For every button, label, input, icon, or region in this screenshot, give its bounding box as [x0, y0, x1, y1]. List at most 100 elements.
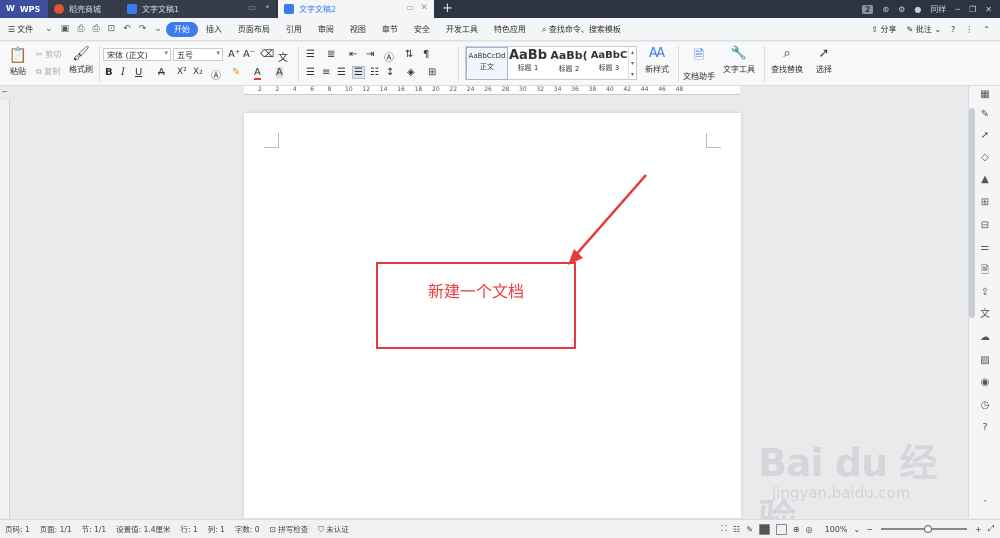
fit-page-icon[interactable]: ⤢: [988, 524, 994, 534]
scroll-up-icon[interactable]: ⌃: [978, 496, 992, 510]
status-section[interactable]: 节: 1/1: [77, 524, 111, 535]
tab-pin-icon[interactable]: ▭: [248, 3, 256, 12]
hamburger-icon[interactable]: ☰: [0, 25, 17, 34]
page-view-icon[interactable]: [758, 523, 770, 535]
justify-icon[interactable]: ☰: [352, 66, 365, 79]
reading-view-icon[interactable]: [775, 523, 787, 535]
italic-icon[interactable]: I: [121, 67, 125, 78]
strikethrough-icon[interactable]: A: [158, 67, 165, 78]
menu-tab-references[interactable]: 引用: [278, 24, 310, 35]
format-painter-button[interactable]: 🖌 格式刷: [68, 46, 94, 75]
menu-tab-features[interactable]: 特色应用: [486, 24, 534, 35]
highlight-icon[interactable]: ✎: [232, 67, 240, 78]
close-window-icon[interactable]: ✕: [985, 5, 992, 14]
decrease-indent-icon[interactable]: ⇤: [349, 49, 357, 60]
sidebar-toggle-icon[interactable]: ▦: [978, 88, 992, 102]
align-right-icon[interactable]: ☰: [337, 67, 346, 78]
show-marks-icon[interactable]: ¶: [423, 49, 429, 60]
align-left-icon[interactable]: ☰: [306, 67, 315, 78]
history-icon[interactable]: ◷: [978, 399, 992, 413]
tab-wps-home[interactable]: W WPS: [0, 0, 48, 18]
scrollbar-thumb[interactable]: [969, 108, 975, 318]
undo-icon[interactable]: ↶: [119, 24, 135, 34]
cloud-icon[interactable]: ☁: [978, 331, 992, 345]
certification-status[interactable]: ⛉ 未认证: [313, 524, 354, 535]
document-icon[interactable]: 🗎: [978, 264, 992, 278]
menu-tab-developer[interactable]: 开发工具: [438, 24, 486, 35]
grid-icon[interactable]: ⊟: [978, 219, 992, 233]
zoom-out-icon[interactable]: −: [866, 525, 873, 534]
style-fill-icon[interactable]: ▲: [978, 173, 992, 187]
menu-tab-chapter[interactable]: 章节: [374, 24, 406, 35]
spell-check-toggle[interactable]: ⊡ 拼写检查: [265, 524, 314, 535]
cut-button[interactable]: ✂ 剪切: [36, 49, 61, 60]
zoom-slider-knob[interactable]: [923, 525, 932, 533]
text-tools-button[interactable]: 🔧 文字工具: [720, 46, 758, 75]
image-icon[interactable]: ▨: [978, 354, 992, 368]
adjust-icon[interactable]: ⚌: [978, 241, 992, 255]
backup-icon[interactable]: ◉: [978, 376, 992, 390]
tab-dot-icon[interactable]: •: [265, 3, 270, 13]
text-effect-icon[interactable]: Ⓐ: [211, 67, 221, 82]
zoom-value[interactable]: 100%: [825, 525, 848, 534]
export-pdf-icon[interactable]: ⎙: [73, 24, 88, 34]
document-page[interactable]: 新建一个文档: [244, 113, 741, 518]
doc-assistant-button[interactable]: 🗎 文档助手: [682, 46, 716, 82]
zoom-in-icon[interactable]: +: [975, 525, 982, 534]
numbering-icon[interactable]: ≣: [327, 49, 335, 60]
zoom-slider[interactable]: [880, 525, 967, 533]
copy-button[interactable]: ⧉ 复制: [36, 66, 60, 77]
pen-mode-icon[interactable]: ✎: [746, 525, 753, 534]
maximize-icon[interactable]: ❐: [969, 5, 976, 14]
command-search[interactable]: ⌕ 查找命令、搜索模板: [534, 24, 629, 35]
select-button[interactable]: ➚ 选择: [810, 46, 838, 75]
shapes-icon[interactable]: ◇: [978, 151, 992, 165]
superscript-icon[interactable]: X²: [177, 67, 187, 77]
paste-button[interactable]: 📋 粘贴: [6, 46, 30, 77]
new-style-button[interactable]: Ꜳ 新样式: [640, 46, 674, 75]
increase-indent-icon[interactable]: ⇥: [366, 49, 374, 60]
more-icon[interactable]: ⋮: [965, 25, 973, 34]
settings-icon[interactable]: ⚙: [898, 5, 905, 14]
bold-icon[interactable]: B: [105, 67, 113, 78]
customize-icon[interactable]: ⌄: [150, 24, 166, 34]
font-color-icon[interactable]: A: [254, 67, 261, 80]
tab-pin-icon[interactable]: ▭: [406, 3, 414, 12]
bullets-icon[interactable]: ☰: [306, 49, 315, 60]
file-menu[interactable]: 文件: [17, 24, 41, 35]
user-name[interactable]: 同样: [930, 4, 946, 15]
phonetic-guide-icon[interactable]: 文: [278, 49, 288, 64]
subscript-icon[interactable]: X₂: [193, 67, 203, 77]
print-icon[interactable]: ⎙: [88, 24, 103, 34]
vertical-scrollbar[interactable]: [968, 108, 977, 348]
web-view-icon[interactable]: ⊕: [793, 525, 800, 534]
menu-tab-page-layout[interactable]: 页面布局: [230, 24, 278, 35]
style-heading-3[interactable]: AaBbC 标题 3: [590, 47, 628, 80]
styles-scroll-icon[interactable]: ▴ ▾ ▾: [628, 47, 636, 80]
status-setting[interactable]: 设置值: 1.4厘米: [111, 524, 175, 535]
menu-tab-home[interactable]: 开始: [165, 21, 198, 37]
align-center-icon[interactable]: ≡: [322, 67, 330, 78]
menu-tab-security[interactable]: 安全: [406, 24, 438, 35]
collapse-ribbon-icon[interactable]: ⌃: [983, 25, 990, 34]
distribute-icon[interactable]: ☷: [370, 67, 379, 78]
line-spacing-icon[interactable]: ↕: [386, 67, 394, 78]
shading-icon[interactable]: ◈: [407, 67, 415, 78]
help-icon[interactable]: ?: [951, 25, 955, 34]
share-button[interactable]: ⇪ 分享: [871, 24, 896, 35]
status-row[interactable]: 行: 1: [176, 524, 203, 535]
borders-icon[interactable]: ⊞: [428, 67, 436, 78]
outline-view-icon[interactable]: ☷: [733, 525, 740, 534]
document-text[interactable]: 新建一个文档: [378, 278, 574, 302]
tab-document-1[interactable]: 文字文稿1 ▭ •: [121, 0, 276, 18]
help-circle-icon[interactable]: ?: [978, 421, 992, 435]
user-avatar[interactable]: ●: [914, 5, 921, 14]
sort-icon[interactable]: ⇅: [405, 49, 413, 60]
chevron-down-icon[interactable]: ⌄: [41, 24, 57, 34]
select-pointer-icon[interactable]: ➚: [978, 129, 992, 143]
chinese-layout-icon[interactable]: Ⓐ: [384, 49, 394, 64]
menu-tab-insert[interactable]: 插入: [198, 24, 230, 35]
tab-docer-store[interactable]: 稻壳商城: [48, 0, 120, 18]
font-name-select[interactable]: 宋体 (正文) ▾: [103, 48, 171, 61]
menu-tab-view[interactable]: 视图: [342, 24, 374, 35]
